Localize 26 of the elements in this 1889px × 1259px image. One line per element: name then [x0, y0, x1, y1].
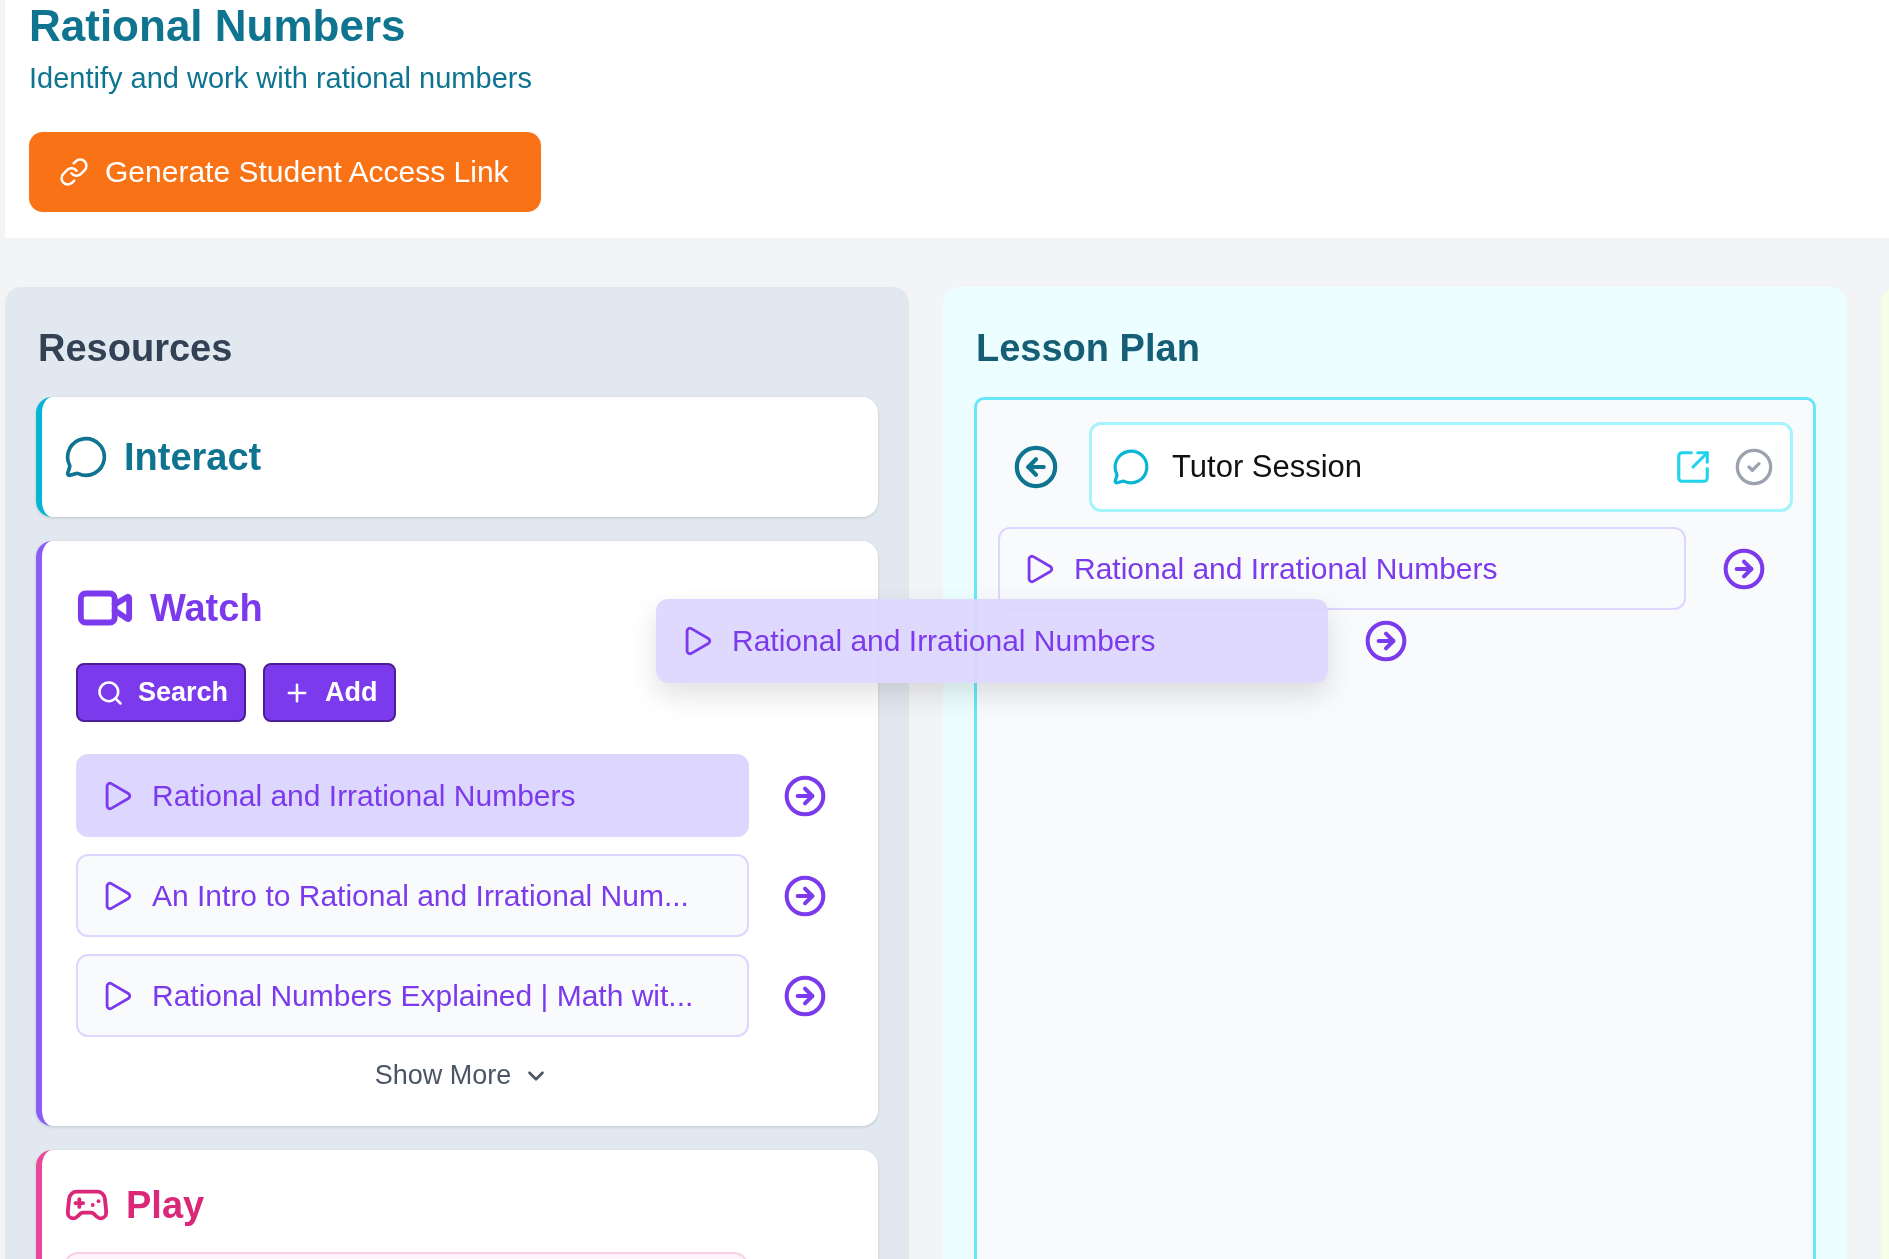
- add-button[interactable]: Add: [263, 663, 396, 722]
- page-title: Rational Numbers: [29, 2, 407, 50]
- video-item[interactable]: Rational and Irrational Numbers: [76, 754, 749, 837]
- page-subtitle: Identify and work with rational numbers: [29, 61, 533, 96]
- back-button[interactable]: [1013, 444, 1059, 490]
- search-icon: [96, 678, 124, 707]
- chat-bubble-icon: [1112, 448, 1150, 486]
- chat-bubble-icon: [64, 435, 108, 479]
- panel-heading: Resources: [38, 326, 234, 371]
- video-item[interactable]: Rational Numbers Explained | Math wit...: [76, 954, 749, 1037]
- link-icon: [59, 157, 89, 187]
- add-to-plan-button[interactable]: [783, 973, 827, 1018]
- session-title: Tutor Session: [1172, 449, 1364, 485]
- access-link-button[interactable]: Generate Student Access Link: [29, 132, 541, 212]
- panel-heading: Lesson Plan: [976, 326, 1201, 371]
- section-title: Watch: [150, 586, 263, 630]
- add-to-plan-button[interactable]: [783, 773, 827, 818]
- search-button[interactable]: Search: [76, 663, 247, 722]
- section-title: Play: [126, 1183, 205, 1227]
- dragged-video-item[interactable]: Rational and Irrational Numbers: [656, 599, 1328, 683]
- next-button[interactable]: [1722, 546, 1766, 591]
- section-title: Interact: [124, 435, 262, 479]
- video-item[interactable]: An Intro to Rational and Irrational Num...: [76, 854, 749, 937]
- add-to-plan-button[interactable]: [783, 873, 827, 918]
- add-to-plan-button[interactable]: [1364, 619, 1408, 663]
- show-more-button[interactable]: Show More: [368, 1059, 556, 1092]
